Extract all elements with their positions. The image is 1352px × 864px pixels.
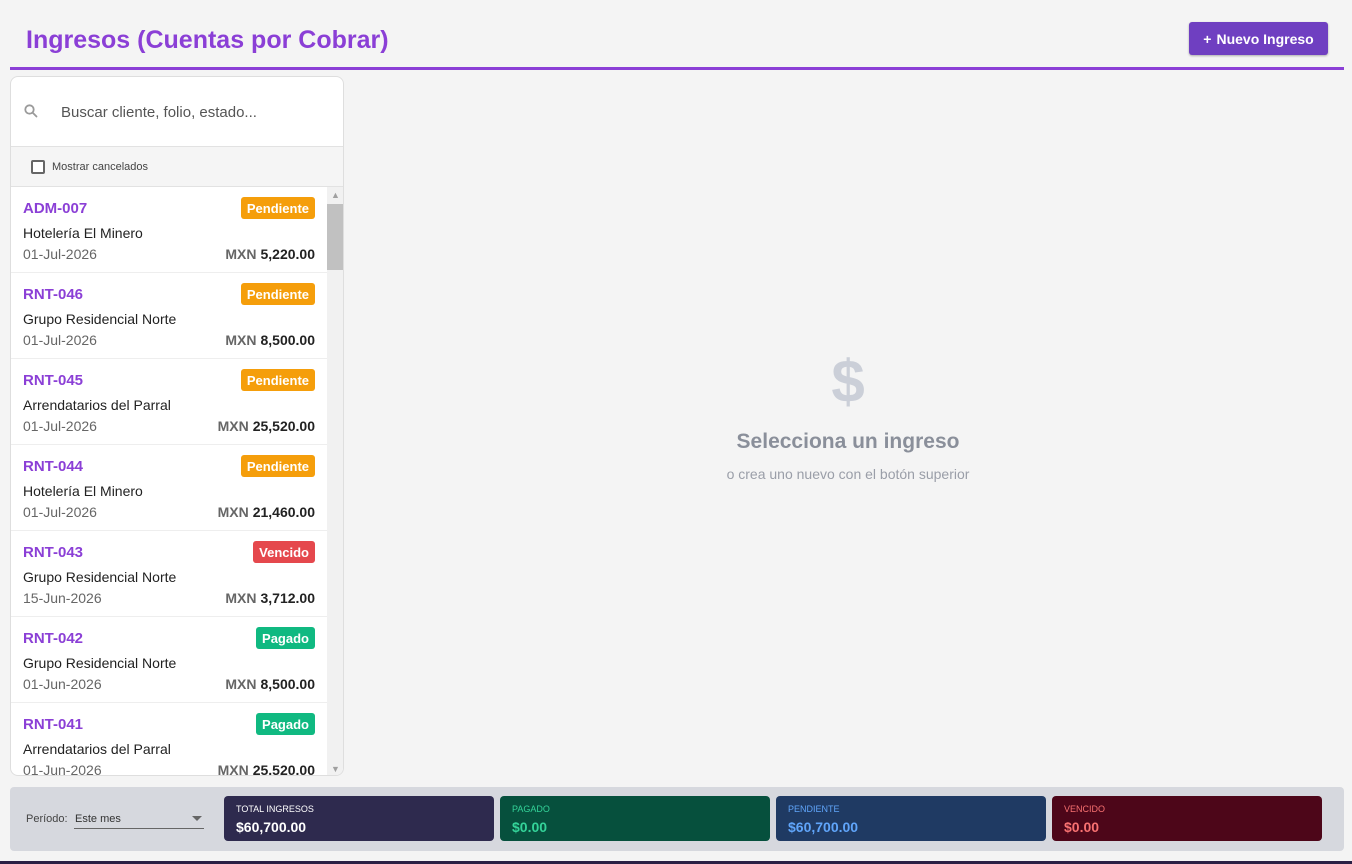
- ingreso-folio: RNT-041: [23, 716, 84, 733]
- amount-value: 25,520.00: [252, 418, 315, 434]
- ingreso-client: Hotelería El Minero: [23, 483, 143, 499]
- show-cancelled-label: Mostrar cancelados: [52, 160, 148, 173]
- status-badge: Pagado: [256, 627, 315, 649]
- ingreso-list-item[interactable]: ADM-007 Pendiente Hotelería El Minero 01-Ju…: [11, 187, 327, 273]
- ingreso-list-item[interactable]: RNT-041 Pagado Arrendatarios del Parral 01-…: [11, 703, 327, 776]
- stat-card: PENDIENTE $60,700.00: [776, 796, 1046, 841]
- ingreso-date: 01-Jul-2026: [23, 504, 97, 520]
- stat-label: VENCIDO: [1064, 804, 1106, 814]
- amount-value: 8,500.00: [260, 676, 316, 692]
- ingreso-folio: RNT-046: [23, 286, 84, 303]
- ingreso-client: Grupo Residencial Norte: [23, 569, 177, 585]
- status-badge: Pagado: [256, 713, 315, 735]
- amount-value: 5,220.00: [260, 246, 316, 262]
- plus-icon: +: [1203, 30, 1212, 47]
- ingreso-date: 01-Jul-2026: [23, 418, 97, 434]
- ingreso-client: Arrendatarios del Parral: [23, 741, 171, 757]
- ingreso-folio: RNT-045: [23, 372, 84, 389]
- ingreso-amount: MXN 25,520.00: [217, 762, 315, 776]
- header: Ingresos (Cuentas por Cobrar) + Nuevo In…: [10, 0, 1344, 70]
- list-scrollbar[interactable]: ▲ ▼: [327, 187, 343, 775]
- ingreso-list-item[interactable]: RNT-042 Pagado Grupo Residencial Norte 01-J…: [11, 617, 327, 703]
- ingreso-date: 15-Jun-2026: [23, 590, 102, 606]
- amount-value: 8,500.00: [260, 332, 316, 348]
- status-badge: Pendiente: [240, 455, 315, 477]
- ingreso-amount: MXN 25,520.00: [218, 418, 315, 434]
- show-cancelled-checkbox[interactable]: [31, 159, 45, 174]
- currency-code: MXN: [225, 676, 257, 692]
- currency-code: MXN: [217, 418, 249, 434]
- ingreso-date: 01-Jun-2026: [23, 676, 102, 692]
- ingreso-amount: MXN 21,460.00: [218, 504, 315, 520]
- search-input[interactable]: [61, 99, 331, 125]
- currency-code: MXN: [225, 590, 257, 606]
- stat-card: TOTAL INGRESOS $60,700.00: [224, 796, 494, 841]
- summary-footer: Período: Este mes TOTAL INGRESOS $60,700.…: [10, 787, 1344, 851]
- ingreso-list-item[interactable]: RNT-044 Pendiente Hotelería El Minero 01-Ju…: [11, 445, 327, 531]
- amount-value: 25,520.00: [252, 762, 315, 776]
- ingreso-folio: ADM-007: [23, 200, 88, 217]
- currency-code: MXN: [217, 762, 249, 776]
- status-badge: Pendiente: [240, 369, 315, 391]
- scroll-thumb[interactable]: [327, 204, 343, 270]
- stat-card: PAGADO $0.00: [500, 796, 770, 841]
- period-select[interactable]: Este mes: [74, 807, 204, 829]
- ingreso-folio: RNT-044: [23, 458, 84, 475]
- scroll-down-icon[interactable]: ▼: [327, 761, 343, 775]
- currency-code: MXN: [225, 246, 257, 262]
- ingreso-list-item[interactable]: RNT-045 Pendiente Arrendatarios del Parral…: [11, 359, 327, 445]
- stat-value: $0.00: [1064, 819, 1100, 835]
- stat-label: PAGADO: [512, 804, 550, 814]
- ingreso-client: Hotelería El Minero: [23, 225, 143, 241]
- ingresos-list: ADM-007 Pendiente Hotelería El Minero 01-Ju…: [11, 187, 327, 776]
- ingreso-client: Grupo Residencial Norte: [23, 311, 177, 327]
- search-bar: [11, 77, 343, 147]
- new-ingreso-label: Nuevo Ingreso: [1216, 30, 1314, 47]
- show-cancelled-filter[interactable]: Mostrar cancelados: [11, 147, 343, 187]
- period-label: Período:: [26, 813, 68, 825]
- status-badge: Pendiente: [240, 197, 315, 219]
- period-value: Este mes: [75, 813, 121, 825]
- status-badge: Vencido: [253, 541, 315, 563]
- chevron-down-icon: [192, 816, 202, 821]
- amount-value: 3,712.00: [260, 590, 316, 606]
- ingresos-sidebar: Mostrar cancelados ADM-007 Pendiente Hotel…: [10, 76, 344, 776]
- dollar-icon: $: [831, 348, 865, 415]
- currency-code: MXN: [225, 332, 257, 348]
- ingreso-amount: MXN 8,500.00: [225, 332, 315, 348]
- stat-label: TOTAL INGRESOS: [236, 804, 314, 814]
- ingreso-list-item[interactable]: RNT-043 Vencido Grupo Residencial Norte 15-…: [11, 531, 327, 617]
- stat-card: VENCIDO $0.00: [1052, 796, 1322, 841]
- empty-state-title: Selecciona un ingreso: [736, 430, 960, 453]
- new-ingreso-button[interactable]: + Nuevo Ingreso: [1189, 22, 1328, 55]
- stat-value: $60,700.00: [236, 819, 307, 835]
- empty-state-subtitle: o crea uno nuevo con el botón superior: [726, 466, 970, 482]
- amount-value: 21,460.00: [252, 504, 315, 520]
- ingreso-list-item[interactable]: RNT-046 Pendiente Grupo Residencial Norte 0…: [11, 273, 327, 359]
- search-icon: [24, 104, 38, 118]
- ingreso-amount: MXN 5,220.00: [225, 246, 315, 262]
- status-badge: Pendiente: [240, 283, 315, 305]
- ingreso-amount: MXN 3,712.00: [225, 590, 315, 606]
- stat-value: $60,700.00: [788, 819, 859, 835]
- ingreso-client: Grupo Residencial Norte: [23, 655, 177, 671]
- ingreso-date: 01-Jun-2026: [23, 762, 102, 776]
- currency-code: MXN: [217, 504, 249, 520]
- ingreso-client: Arrendatarios del Parral: [23, 397, 171, 413]
- ingreso-folio: RNT-042: [23, 630, 84, 647]
- ingreso-amount: MXN 8,500.00: [225, 676, 315, 692]
- ingreso-date: 01-Jul-2026: [23, 246, 97, 262]
- stat-value: $0.00: [512, 819, 548, 835]
- scroll-up-icon[interactable]: ▲: [327, 187, 343, 203]
- ingresos-list-container: ADM-007 Pendiente Hotelería El Minero 01-Ju…: [11, 187, 343, 776]
- page-title: Ingresos (Cuentas por Cobrar): [26, 26, 389, 54]
- ingreso-date: 01-Jul-2026: [23, 332, 97, 348]
- empty-state: $ Selecciona un ingreso o crea uno nuevo…: [598, 348, 1098, 483]
- stat-label: PENDIENTE: [788, 804, 840, 814]
- ingreso-folio: RNT-043: [23, 544, 84, 561]
